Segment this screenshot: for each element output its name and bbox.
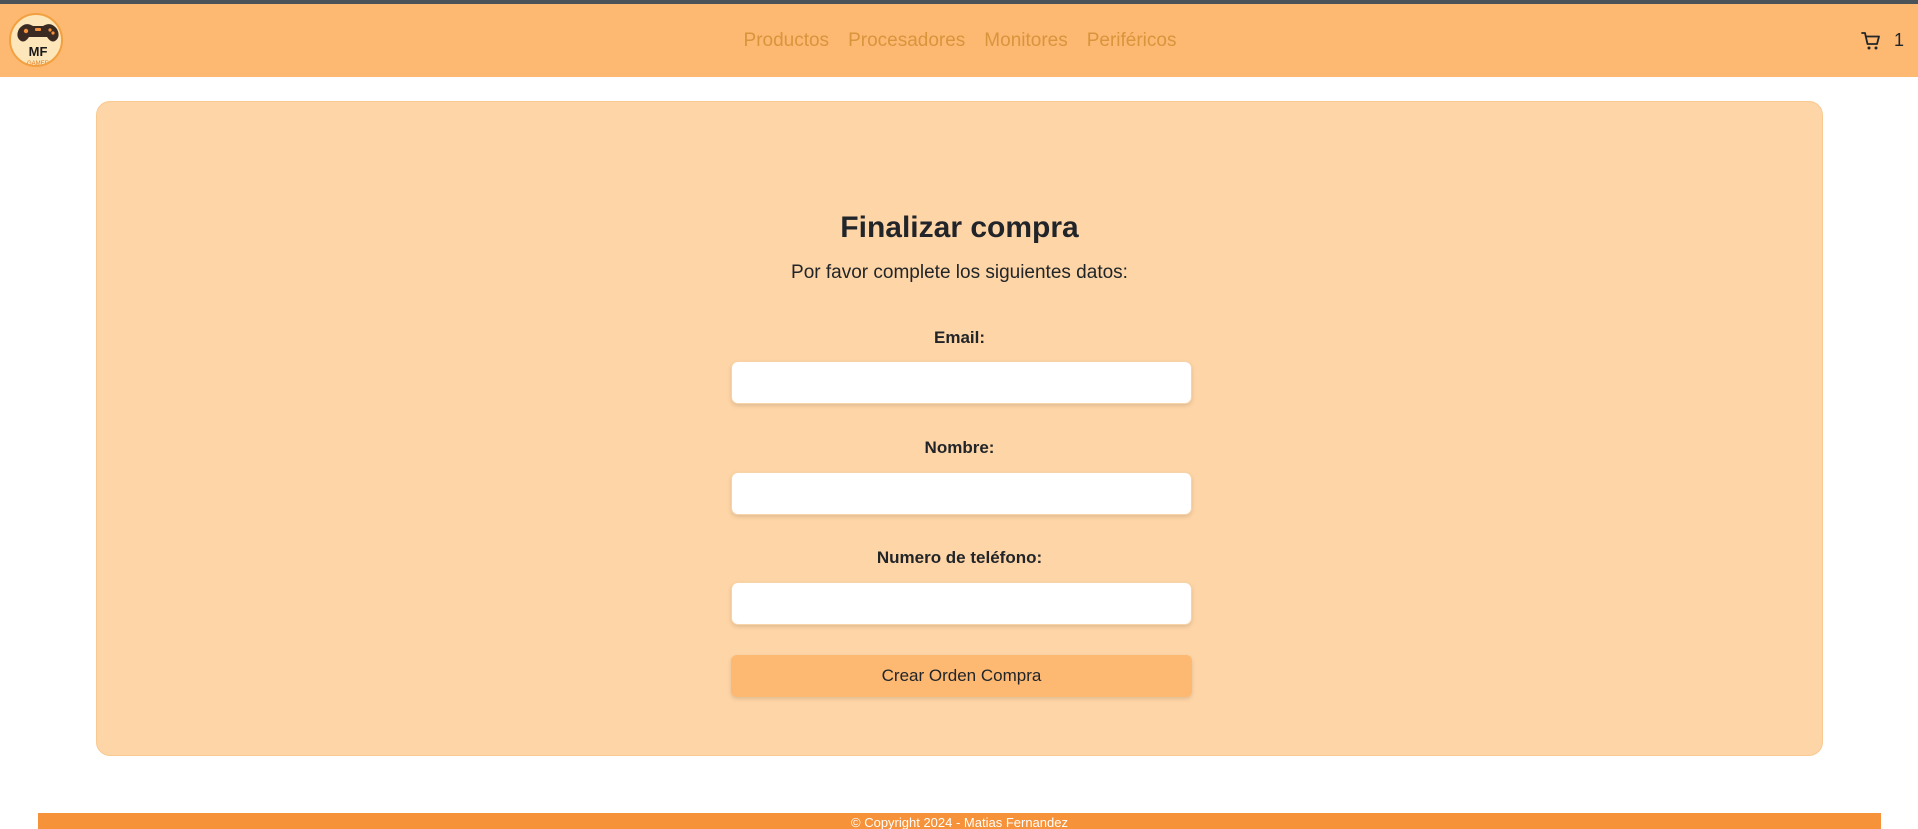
page-title: Finalizar compra bbox=[840, 211, 1079, 244]
cart-icon bbox=[1861, 31, 1880, 49]
footer: © Copyright 2024 - Matias Fernandez bbox=[38, 813, 1881, 829]
main-nav: Productos Procesadores Monitores Perifér… bbox=[0, 4, 1918, 77]
nav-link-productos[interactable]: Productos bbox=[744, 31, 830, 50]
navbar: MF GAMER Productos Procesadores Monitore… bbox=[0, 4, 1918, 77]
nav-link-procesadores[interactable]: Procesadores bbox=[848, 31, 965, 50]
phone-field[interactable] bbox=[731, 582, 1192, 625]
phone-label: Numero de teléfono: bbox=[876, 548, 1043, 567]
create-order-button[interactable]: Crear Orden Compra bbox=[731, 655, 1192, 697]
name-field[interactable] bbox=[731, 472, 1192, 515]
page-subtitle: Por favor complete los siguientes datos: bbox=[791, 262, 1128, 283]
copyright-text: © Copyright 2024 - Matias Fernandez bbox=[851, 815, 1068, 829]
nav-link-perifericos[interactable]: Periféricos bbox=[1087, 31, 1177, 50]
cart-widget[interactable]: 1 bbox=[1861, 4, 1904, 77]
email-label: Email: bbox=[933, 328, 986, 347]
cart-count: 1 bbox=[1893, 30, 1904, 50]
name-label: Nombre: bbox=[924, 438, 995, 457]
nav-link-monitores[interactable]: Monitores bbox=[984, 31, 1067, 50]
checkout-card: Finalizar compra Por favor complete los … bbox=[96, 101, 1823, 756]
email-field[interactable] bbox=[731, 361, 1192, 404]
